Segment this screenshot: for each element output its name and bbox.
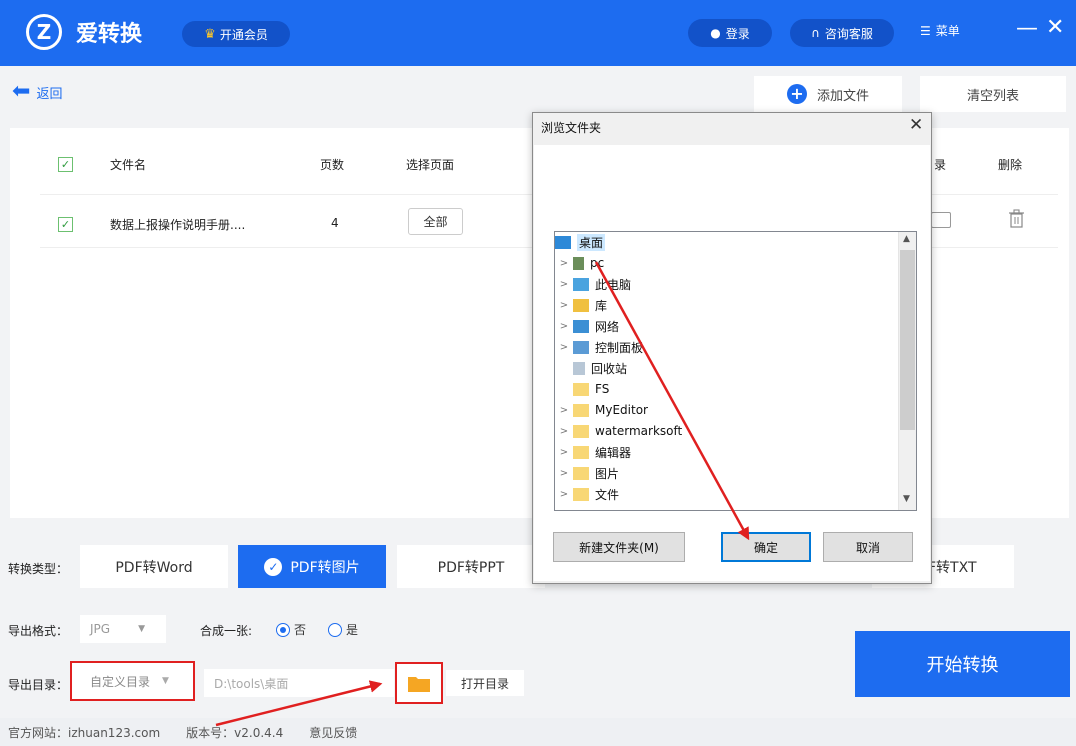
annotation-arrows (215, 261, 750, 727)
annotation-arrow-to-ok (594, 261, 750, 541)
annotation-arrow-to-folder (215, 680, 383, 727)
